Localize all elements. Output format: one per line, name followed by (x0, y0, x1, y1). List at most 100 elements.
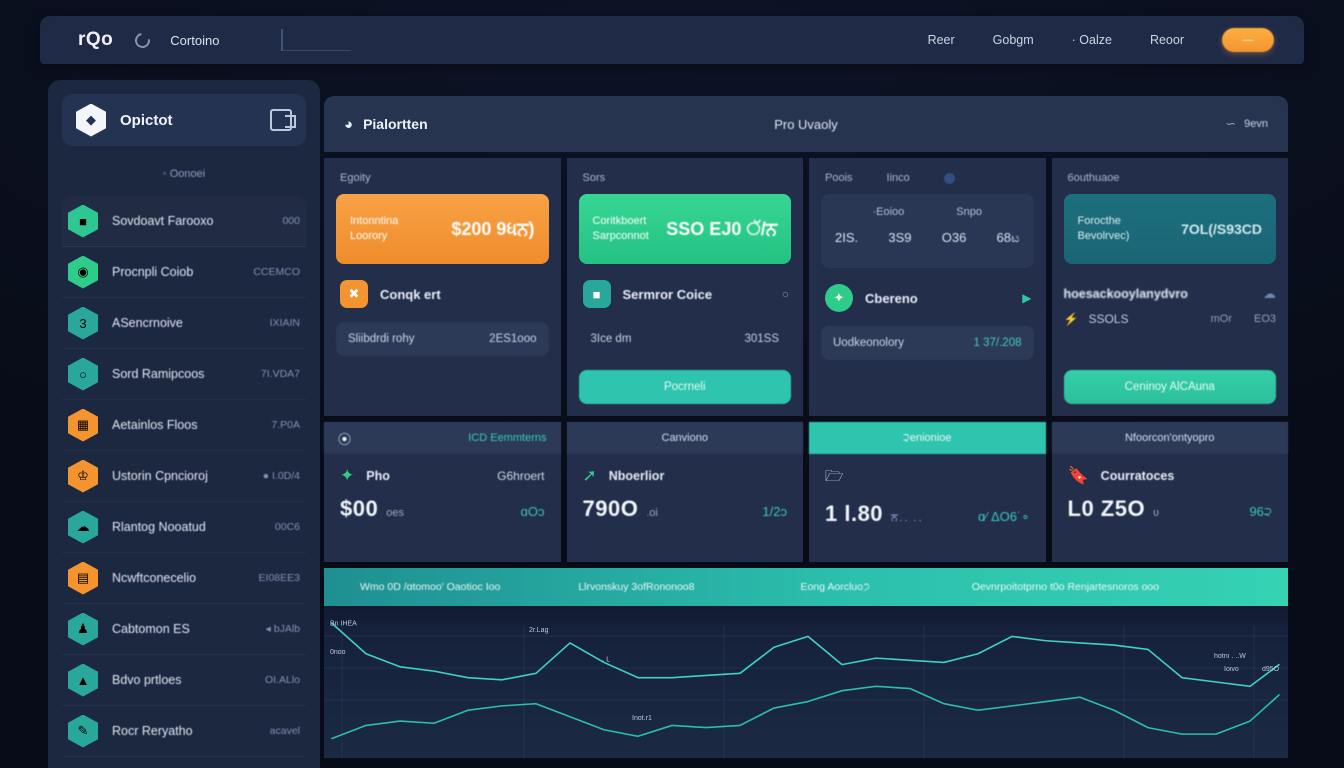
bolt-icon: ⚡ (1063, 312, 1079, 326)
banner-label-line1: Intonntina (350, 215, 399, 228)
sidebar-item-3[interactable]: ○ Sord Ramipcoos 7I.VDA7 (62, 349, 306, 400)
strip-item-2: Eong Aorcluo੭ (800, 580, 870, 593)
sidebar-header[interactable]: ◆ Opictot (62, 94, 306, 146)
sidebar-item-10[interactable]: ✎ Rocr Reryatho acavel (62, 706, 306, 757)
cards-row-2: ⦿ ICD Eemmterns ✦ Pho G6hroert $00 oes ɑ… (324, 422, 1288, 562)
card-subrow: Sliibdrdi rohy 2ES1ooo (336, 322, 549, 356)
card-cta-button[interactable]: Ceninoy AlCAuna (1063, 370, 1276, 404)
card-row2-header: ੨enionioe (809, 422, 1046, 454)
main-header-right-label[interactable]: 9evn (1244, 118, 1268, 130)
card-kv-right: mOr EO3 (1211, 313, 1276, 325)
card-caption: 6outhuaoe (1067, 172, 1120, 184)
stat-grid-top: ·Eoioo Snpo (831, 206, 1024, 218)
sidebar-item-value: 7.P0A (271, 419, 300, 431)
search-input[interactable] (281, 29, 352, 51)
sidebar-item-label: Sovdoavt Farooxo (112, 214, 214, 228)
subrow-label: 3Ice dm (590, 333, 632, 345)
banner-label-line2: Bevolrvec) (1077, 230, 1130, 242)
sidebar-item-2[interactable]: 3 ASencrnoive IXIAIN (62, 298, 306, 349)
card-row2-header: Nfoorcon'ontyopro (1051, 422, 1288, 454)
card-caption-text-2: Iinco (886, 172, 910, 184)
card-kv-value: SSOLS (1088, 312, 1129, 326)
card-row2-delta: ɑOɔ (520, 504, 545, 519)
subrow-value: 301SS (744, 333, 779, 345)
stat-top-1: Snpo (956, 206, 982, 218)
card-item-row[interactable]: ✦ Cbereno ▶ (825, 284, 1032, 312)
sidebar-item-9[interactable]: ▲ Bdvo prtloes OI.ALlo (62, 655, 306, 706)
hex-cloud-icon: ☁ (68, 510, 98, 544)
chart-annotation-6: Ioivo (1224, 666, 1239, 673)
leaf-icon: ✦ (340, 466, 355, 485)
banner-green: Coritkboert Sarpconnot SSO EJ0 ੱ/ਨ (578, 194, 791, 264)
stat-grid: ·Eoioo Snpo 2IS. 3S9 O36 68ಟ (821, 194, 1034, 268)
sidebar-item-4[interactable]: ▦ Aetainlos Floos 7.P0A (62, 400, 306, 451)
sidebar-item-1[interactable]: ◉ Procnpli Coiob CCEMCO (62, 247, 306, 298)
sidebar-item-value: 00C6 (274, 521, 300, 533)
card-row2-delta: 96੨ (1249, 504, 1272, 519)
card-row2-big-value: 1 l.80 (825, 501, 884, 526)
nav-item-2[interactable]: · Oalze (1072, 33, 1112, 47)
card-row2-small-value: .oi (646, 507, 658, 519)
hex-badge-icon: ◉ (68, 255, 98, 289)
sidebar-item-value: acavel (269, 725, 300, 737)
play-icon[interactable]: ▶ (1022, 291, 1031, 305)
top-bar: rQo Cortoino Reer Gobgm · Oalze Reoor — (40, 16, 1304, 64)
topbar-cta-button[interactable]: — (1222, 28, 1274, 52)
page-title: Pialortten (363, 116, 428, 132)
chart-annotation-1: 0noo (330, 649, 346, 656)
banner-label-line2: Loorory (350, 230, 388, 242)
card-cta-button[interactable]: Pocrneli (578, 370, 791, 404)
sidebar-item-8[interactable]: ♟ Cabtomon ES ◂ bJAlb (62, 604, 306, 655)
hex-edit-icon: ✎ (68, 714, 98, 748)
sidebar-item-7[interactable]: ▤ Ncwftconecelio EI08EE3 (62, 553, 306, 604)
cards-row-1: Egoity Intonntina Loorory $200 9ધਨ) ✖ Co… (324, 158, 1288, 416)
wave-icon: ∽ (1225, 116, 1237, 131)
card-row2-big-value: L0 Z5O (1067, 496, 1146, 521)
card-row2-titlerow: ✦ Pho G6hroert (340, 466, 545, 486)
card-row2-numbers: L0 Z5O ʋ 96੨ (1068, 496, 1273, 522)
card-item-row[interactable]: ■ Sermror Coice ○ (582, 280, 789, 308)
card-row2-header: Canviono (566, 422, 803, 454)
sidebar-item-label: Rocr Reryatho (112, 724, 193, 738)
card-item-row[interactable]: ✖ Conqk ert (340, 280, 547, 308)
card-sors: Sors Coritkboert Sarpconnot SSO EJ0 ੱ/ਨ … (566, 158, 803, 416)
strip-item-1: Llrvonskuy 3ofRononoo8 (578, 581, 695, 593)
card-row2-tag: G6hroert (497, 469, 545, 483)
nav-item-3[interactable]: Reoor (1150, 33, 1184, 47)
brand-logo[interactable]: rQo (78, 29, 113, 51)
panel-toggle-icon[interactable] (270, 109, 296, 131)
sidebar-item-5[interactable]: ♔ Ustorin Cpncioroj ● I.0D/4 (62, 451, 306, 502)
sidebar-item-0[interactable]: ■ Sovdoavt Farooxo 000 (62, 196, 306, 247)
sidebar-item-label: Bdvo prtloes (112, 673, 182, 687)
card-caption-text: Poois (825, 172, 853, 184)
card-row2-3: Nfoorcon'ontyopro 🔖 Courratoces L0 Z5O ʋ… (1051, 422, 1288, 562)
chart-annotation-4: Inot.r1 (632, 715, 652, 722)
card-row2-big-value: 790O (582, 496, 639, 521)
card-caption: Poois Iinco (825, 172, 1032, 184)
hex-crown-icon: ♔ (68, 459, 98, 493)
card-caption: Sors (582, 172, 606, 184)
card-southuaoe: 6outhuaoe Forocthe Bevolrvec) 7OL(/S93CD… (1051, 158, 1288, 416)
banner-label-line1: Coritkboert (592, 215, 647, 228)
sidebar-item-value: ● I.0D/4 (262, 470, 300, 482)
line-chart[interactable]: Bn IHEA 0noo 2r.Lag ․ L Inot.r1 hotni ․ ..W Io… (324, 606, 1288, 758)
chart-annotation-7: d95O (1262, 666, 1280, 673)
card-poois: Poois Iinco ·Eoioo Snpo 2IS. 3S9 O36 68ಟ (809, 158, 1046, 416)
chart-annotation-3: ․ L (602, 656, 610, 663)
nav-item-0[interactable]: Reer (928, 33, 955, 47)
top-nav: Reer Gobgm · Oalze Reoor — (928, 28, 1274, 52)
main-header: ◕ Pialortten Pro Uvaoly ∽ 9evn (324, 96, 1288, 152)
card-row2-name: Nboerlior (608, 469, 665, 483)
card-item-label: Cbereno (865, 290, 918, 306)
badge-icon (943, 172, 955, 184)
sidebar-item-label: Ncwftconecelio (112, 571, 197, 585)
nav-item-1[interactable]: Gobgm (993, 33, 1034, 47)
sidebar-item-value: IXIAIN (269, 317, 300, 329)
subrow-value: 1 37/.208 (973, 337, 1022, 349)
sidebar-item-value: OI.ALlo (264, 674, 300, 686)
card-row2-small-value: ਨ․․ ․․ (891, 512, 923, 524)
sidebar-item-6[interactable]: ☁ Rlantog Nooatud 00C6 (62, 502, 306, 553)
card-row2-body: ✦ Pho G6hroert $00 oes ɑOɔ (324, 454, 561, 534)
card-kv-right-0: mOr (1210, 313, 1232, 325)
hex-chart-icon: ▤ (68, 561, 98, 595)
